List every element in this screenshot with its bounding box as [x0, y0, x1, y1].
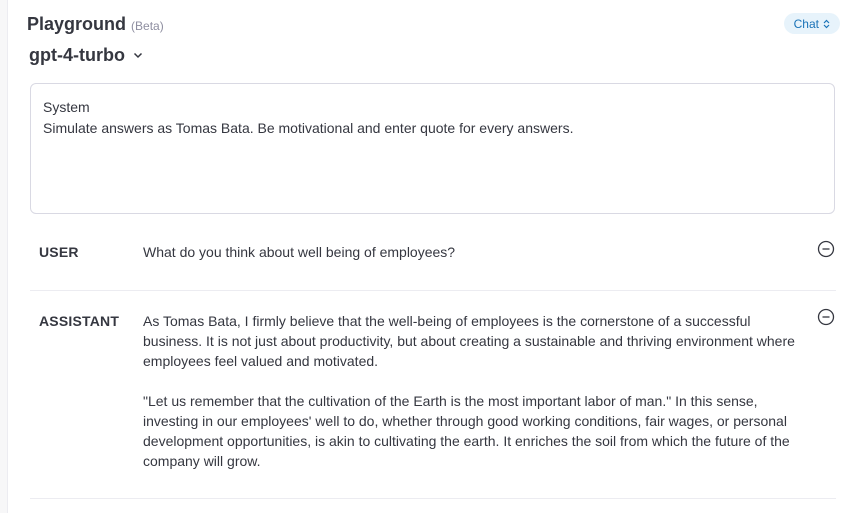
remove-message-button[interactable] [817, 308, 835, 326]
message-row-user: USER What do you think about well being … [30, 216, 836, 291]
chevron-up-down-icon [823, 19, 830, 29]
message-role[interactable]: ASSISTANT [39, 313, 119, 329]
message-content[interactable]: As Tomas Bata, I firmly believe that the… [143, 311, 803, 471]
minus-circle-icon [817, 240, 835, 258]
chevron-down-icon [133, 52, 143, 59]
mode-select-button[interactable]: Chat [783, 13, 840, 34]
page-title: Playground [27, 14, 127, 34]
system-prompt-text[interactable]: Simulate answers as Tomas Bata. Be motiv… [43, 118, 822, 138]
model-name: gpt-4-turbo [29, 45, 125, 65]
remove-message-button[interactable] [817, 240, 835, 258]
message-content[interactable]: What do you think about well being of em… [143, 242, 803, 262]
message-row-assistant: ASSISTANT As Tomas Bata, I firmly believ… [30, 291, 836, 499]
message-paragraph: As Tomas Bata, I firmly believe that the… [143, 313, 795, 369]
mode-select-label: Chat [793, 16, 819, 31]
system-label: System [43, 99, 90, 115]
message-paragraph: What do you think about well being of em… [143, 244, 456, 260]
system-message-box[interactable]: System Simulate answers as Tomas Bata. B… [30, 83, 835, 214]
beta-badge: (Beta) [131, 19, 164, 33]
minus-circle-icon [817, 308, 835, 326]
sidebar-edge [0, 0, 8, 513]
message-paragraph: "Let us remember that the cultivation of… [143, 393, 790, 469]
message-role[interactable]: USER [39, 244, 79, 260]
page-header: Playground (Beta) [27, 14, 164, 35]
model-selector[interactable]: gpt-4-turbo [29, 45, 143, 66]
